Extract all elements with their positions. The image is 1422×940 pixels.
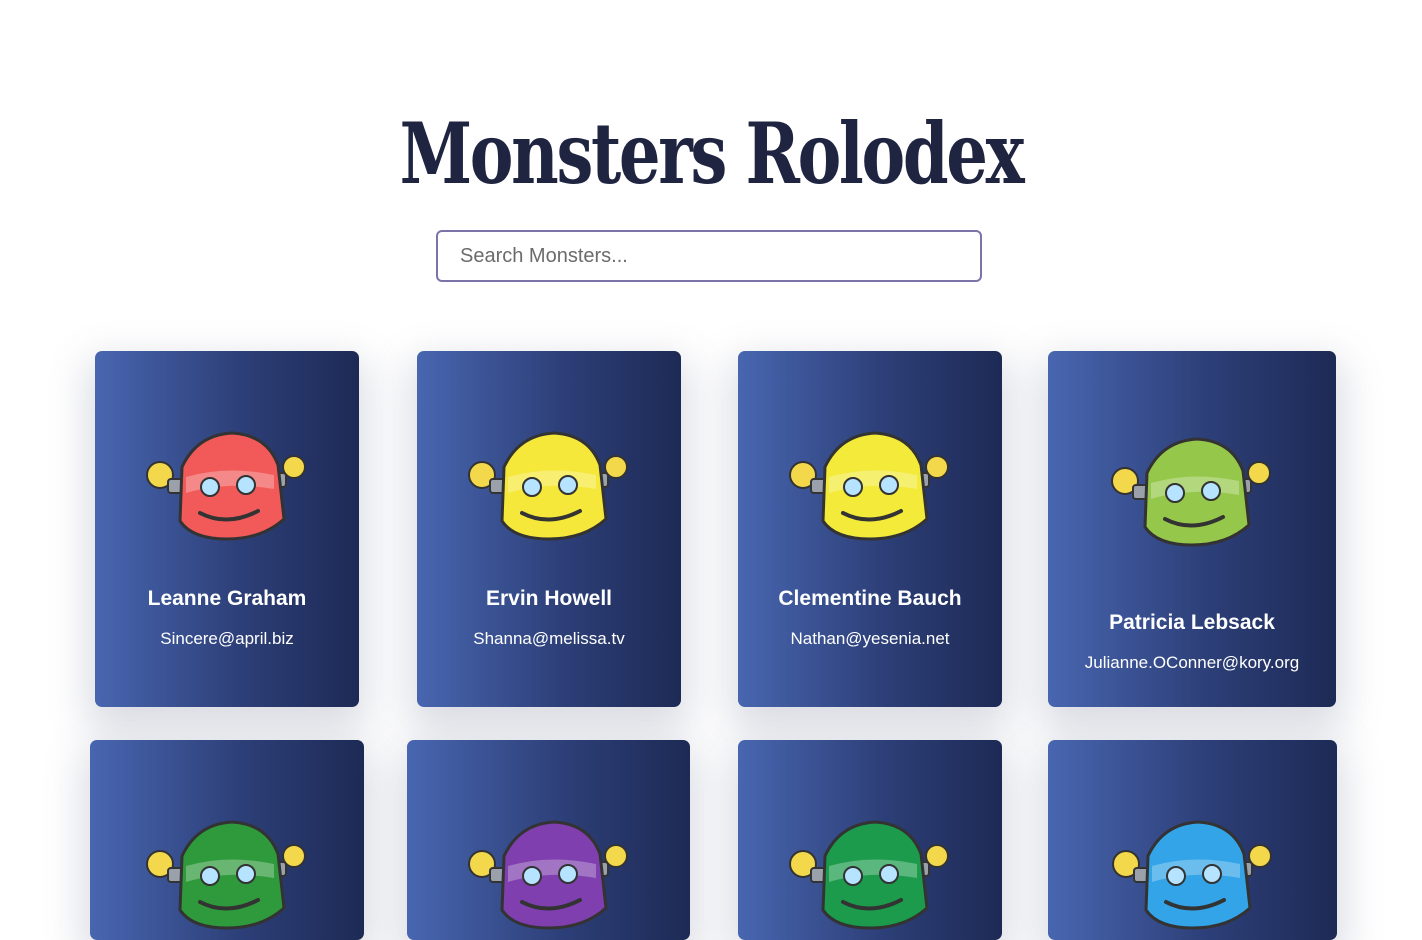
monster-avatar <box>142 417 312 552</box>
monster-name: Ervin Howell <box>485 587 613 610</box>
monster-avatar <box>464 417 634 552</box>
monster-card: Clementine Bauch Nathan@yesenia.net <box>738 351 1002 707</box>
monster-card <box>738 740 1002 940</box>
monster-avatar <box>1107 423 1277 558</box>
monster-name: Patricia Lebsack <box>1109 611 1275 634</box>
monster-avatar <box>785 417 955 552</box>
monster-avatar <box>464 806 634 940</box>
monster-avatar <box>785 806 955 940</box>
monster-card: Ervin Howell Shanna@melissa.tv <box>417 351 681 707</box>
monster-email: Nathan@yesenia.net <box>790 629 950 648</box>
monster-card <box>1048 740 1337 940</box>
monster-email: Shanna@melissa.tv <box>473 629 625 648</box>
monster-avatar <box>142 806 312 940</box>
monster-email: Sincere@april.biz <box>160 629 294 648</box>
monster-card <box>407 740 690 940</box>
monster-card <box>90 740 364 940</box>
monster-email: Julianne.OConner@kory.org <box>1084 653 1300 672</box>
monster-card: Leanne Graham Sincere@april.biz <box>95 351 359 707</box>
search-input[interactable] <box>436 230 982 282</box>
monster-name: Clementine Bauch <box>778 587 962 610</box>
monster-card: Patricia Lebsack Julianne.OConner@kory.or… <box>1048 351 1336 707</box>
page-title: Monsters Rolodex <box>399 104 1025 204</box>
monster-avatar <box>1108 806 1278 940</box>
monster-name: Leanne Graham <box>147 587 307 610</box>
